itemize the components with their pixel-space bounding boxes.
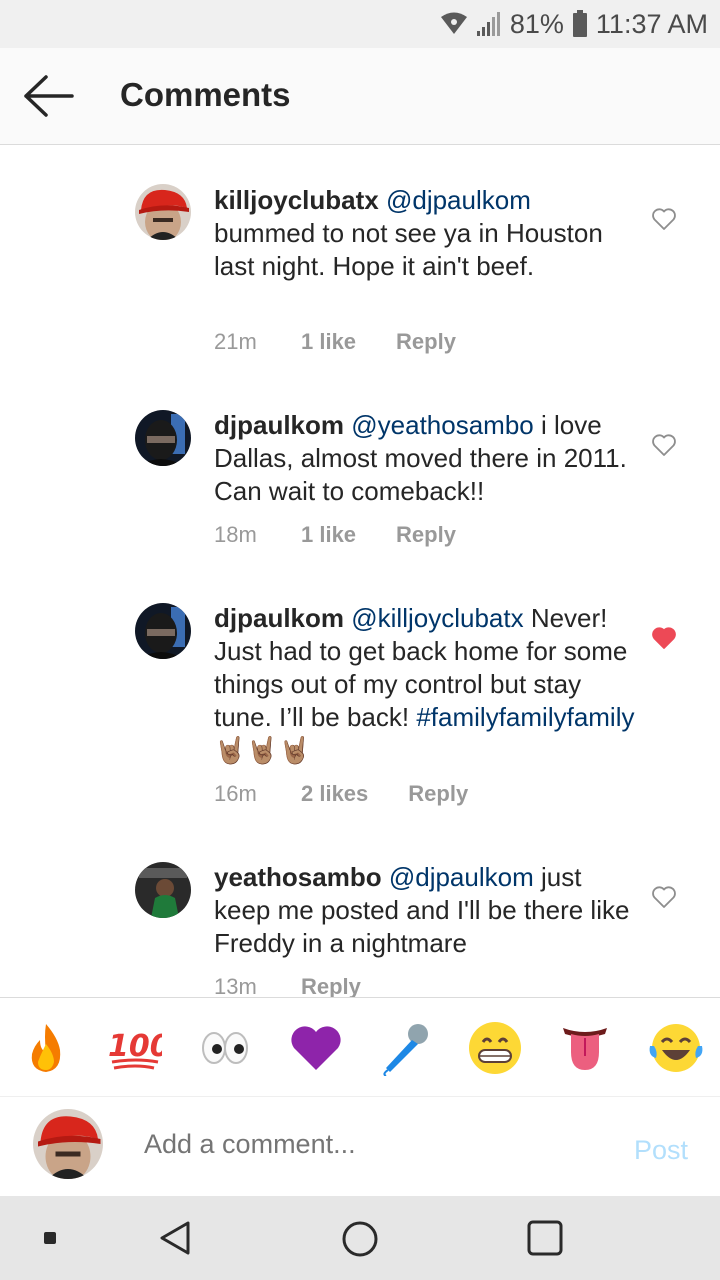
comment-likes[interactable]: 1 like (301, 522, 356, 548)
battery-percent: 81% (509, 8, 564, 39)
status-bar: 81% 11:37 AM (0, 0, 720, 48)
comment-username[interactable]: killjoyclubatx (214, 185, 379, 215)
comment-mention[interactable]: @djpaulkom (386, 185, 531, 215)
home-circle-icon[interactable] (341, 1220, 379, 1258)
avatar[interactable] (135, 603, 191, 659)
comment-time: 16m (214, 781, 257, 806)
clock: 11:37 AM (595, 8, 708, 39)
comment-text: killjoyclubatx @djpaulkom bummed to not … (214, 184, 634, 283)
comment-meta: 16m 2 likes Reply (214, 781, 468, 807)
comment-item: yeathosambo @djpaulkom just keep me post… (0, 844, 720, 997)
hundred-emoji[interactable]: 100 (106, 1020, 162, 1076)
comment-likes[interactable]: 1 like (301, 329, 356, 355)
top-app-bar: Comments (0, 48, 720, 145)
avatar[interactable] (135, 184, 191, 240)
comment-input[interactable] (144, 1129, 594, 1160)
comment-text: djpaulkom @killjoyclubatx Never! Just ha… (214, 602, 644, 767)
signal-icon (476, 12, 500, 36)
heart-filled-icon[interactable] (651, 626, 677, 650)
comment-username[interactable]: yeathosambo (214, 862, 382, 892)
system-nav-bar (0, 1196, 720, 1280)
heart-outline-icon[interactable] (651, 885, 677, 909)
battery-icon (572, 10, 587, 37)
comment-time: 13m (214, 974, 257, 997)
comment-meta: 13m Reply (214, 974, 361, 997)
tongue-emoji[interactable] (557, 1020, 613, 1076)
heart-outline-icon[interactable] (651, 433, 677, 457)
comment-meta: 21m 1 like Reply (214, 329, 456, 355)
reply-button[interactable]: Reply (396, 329, 456, 355)
joy-emoji[interactable] (648, 1020, 704, 1076)
reply-button[interactable]: Reply (301, 974, 361, 997)
back-arrow-icon[interactable] (22, 74, 74, 118)
heart-outline-icon[interactable] (651, 207, 677, 231)
avatar[interactable] (135, 862, 191, 918)
comment-meta: 18m 1 like Reply (214, 522, 456, 548)
rock-on-emoji: 🤘🏽🤘🏽🤘🏽 (214, 735, 312, 765)
eyes-emoji[interactable] (197, 1020, 253, 1076)
overview-square-icon[interactable] (527, 1220, 563, 1256)
comment-text: yeathosambo @djpaulkom just keep me post… (214, 861, 634, 960)
grin-emoji[interactable] (467, 1020, 523, 1076)
comment-text: djpaulkom @yeathosambo i love Dallas, al… (214, 409, 634, 508)
comment-body: bummed to not see ya in Houston last nig… (214, 218, 603, 281)
comment-username[interactable]: djpaulkom (214, 410, 344, 440)
wifi-icon (440, 12, 467, 34)
current-user-avatar (33, 1109, 103, 1179)
avatar[interactable] (135, 410, 191, 466)
purple-heart-emoji[interactable] (288, 1020, 344, 1076)
comment-item: killjoyclubatx @djpaulkom bummed to not … (0, 144, 720, 384)
comment-username[interactable]: djpaulkom (214, 603, 344, 633)
comment-mention[interactable]: @killjoyclubatx (351, 603, 523, 633)
reply-button[interactable]: Reply (408, 781, 468, 807)
comment-likes[interactable]: 2 likes (301, 781, 368, 807)
comment-item: djpaulkom @killjoyclubatx Never! Just ha… (0, 584, 720, 844)
back-triangle-icon[interactable] (158, 1220, 192, 1256)
fire-emoji[interactable] (18, 1020, 74, 1076)
microphone-emoji[interactable] (378, 1020, 434, 1076)
comment-mention[interactable]: @djpaulkom (389, 862, 534, 892)
comment-composer: Post (0, 1096, 720, 1197)
post-button[interactable]: Post (634, 1135, 688, 1166)
comment-item: djpaulkom @yeathosambo i love Dallas, al… (0, 384, 720, 584)
comment-time: 21m (214, 329, 257, 354)
quick-emoji-bar: 100 (0, 997, 720, 1096)
comment-mention[interactable]: @yeathosambo (351, 410, 534, 440)
comment-hashtag[interactable]: #familyfamilyfamily (416, 702, 634, 732)
comment-time: 18m (214, 522, 257, 547)
recent-dot-icon[interactable] (44, 1232, 56, 1244)
page-title: Comments (120, 76, 291, 113)
reply-button[interactable]: Reply (396, 522, 456, 548)
